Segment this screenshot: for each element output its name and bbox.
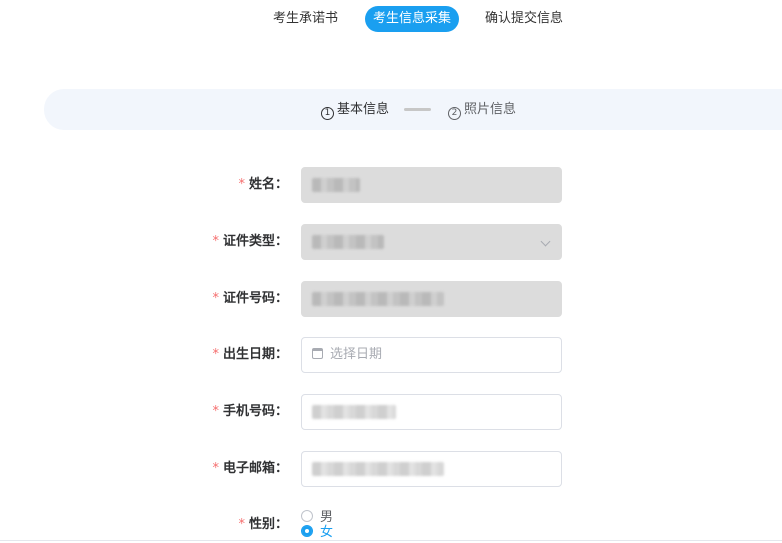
required-mark: * (238, 177, 245, 192)
phone-field[interactable] (301, 394, 562, 430)
redacted-value (312, 404, 396, 419)
redacted-value (312, 291, 444, 306)
form-row-phone: * 手机号码： (0, 394, 782, 430)
radio-circle (301, 510, 313, 522)
required-mark: * (238, 517, 245, 532)
phone-label: * 手机号码： (212, 404, 288, 419)
step-number-2: 2 (448, 107, 461, 120)
form-row-name: * 姓名： (0, 167, 782, 203)
form-row-email: * 电子邮箱： (0, 451, 782, 487)
tab-info-collection[interactable]: 考生信息采集 (365, 6, 459, 32)
divider (0, 540, 782, 541)
required-mark: * (212, 234, 219, 249)
form-row-id-number: * 证件号码： (0, 281, 782, 317)
redacted-value (312, 461, 444, 476)
form-row-birth-date: * 出生日期： 选择日期 (0, 337, 782, 373)
top-tabs: 考生承诺书 考生信息采集 确认提交信息 (0, 6, 782, 32)
id-number-label: * 证件号码： (212, 291, 288, 306)
step-basic-info: 1 基本信息 (321, 89, 389, 130)
required-mark: * (212, 404, 219, 419)
redacted-value (312, 177, 360, 192)
required-mark: * (212, 347, 219, 362)
birth-date-picker[interactable]: 选择日期 (301, 337, 562, 373)
radio-circle-checked (301, 525, 313, 537)
calendar-icon (312, 348, 323, 359)
name-field[interactable] (301, 167, 562, 203)
email-field[interactable] (301, 451, 562, 487)
required-mark: * (212, 461, 219, 476)
step-connector (404, 108, 431, 111)
chevron-down-icon (540, 236, 551, 247)
step-indicator: 1 基本信息 2 照片信息 (44, 89, 782, 130)
step-label: 照片信息 (464, 102, 517, 117)
date-placeholder: 选择日期 (330, 347, 383, 362)
redacted-value (312, 234, 384, 249)
email-label: * 电子邮箱： (212, 461, 288, 476)
gender-radio-male[interactable]: 男 (301, 510, 333, 525)
name-label: * 姓名： (238, 177, 288, 192)
step-photo-info: 2 照片信息 (448, 89, 516, 130)
id-type-label: * 证件类型： (212, 234, 288, 249)
tab-candidate-pledge[interactable]: 考生承诺书 (273, 6, 338, 32)
form-row-gender: * 性别： (0, 507, 782, 532)
step-label: 基本信息 (337, 102, 390, 117)
birth-date-label: * 出生日期： (212, 347, 288, 362)
id-number-field[interactable] (301, 281, 562, 317)
required-mark: * (212, 291, 219, 306)
id-type-select[interactable] (301, 224, 562, 260)
gender-radio-group: 男 女 (301, 510, 333, 540)
gender-label: * 性别： (238, 517, 288, 532)
form-row-id-type: * 证件类型： (0, 224, 782, 260)
gender-radio-female[interactable]: 女 (301, 525, 333, 540)
step-number-1: 1 (321, 107, 334, 120)
tab-confirm-submit[interactable]: 确认提交信息 (485, 6, 563, 32)
